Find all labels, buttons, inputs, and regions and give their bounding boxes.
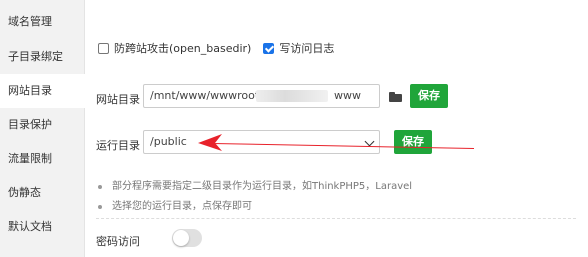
chevron-down-icon xyxy=(364,136,375,147)
site-dir-value-prefix: /mnt/www/wwwroot/k xyxy=(150,89,270,102)
sidebar-item-site-directory[interactable]: 网站目录 xyxy=(0,74,85,108)
password-access-label: 密码访问 xyxy=(96,235,140,248)
run-dir-selected-value: /public xyxy=(150,135,187,148)
run-dir-label: 运行目录 xyxy=(96,139,140,152)
sidebar-item-rewrite[interactable]: 伪静态 xyxy=(0,176,84,210)
sidebar-item-dir-protection[interactable]: 目录保护 xyxy=(0,108,84,142)
tip-item: 部分程序需要指定二级目录作为运行目录，如ThinkPHP5，Laravel xyxy=(98,180,412,200)
access-log-checkbox[interactable] xyxy=(263,42,275,54)
run-dir-select[interactable]: /public xyxy=(143,130,380,154)
sidebar-item-traffic-limit[interactable]: 流量限制 xyxy=(0,142,84,176)
open-basedir-checkbox[interactable] xyxy=(98,42,109,54)
section-divider xyxy=(96,218,576,219)
tips-list: 部分程序需要指定二级目录作为运行目录，如ThinkPHP5，Laravel 选择… xyxy=(98,180,412,220)
tip-item: 选择您的运行目录，点保存即可 xyxy=(98,200,412,220)
settings-sidebar: 域名管理 子目录绑定 网站目录 目录保护 流量限制 伪静态 默认文档 xyxy=(0,0,85,257)
sidebar-item-domain[interactable]: 域名管理 xyxy=(0,0,84,40)
open-basedir-label[interactable]: 防跨站攻击(open_basedir) xyxy=(114,40,251,56)
site-dir-input[interactable]: /mnt/www/wwwroot/k www xyxy=(143,84,380,108)
site-directory-panel: 防跨站攻击(open_basedir) 写访问日志 网站目录 /mnt/www/… xyxy=(86,0,588,257)
sidebar-item-subdir-binding[interactable]: 子目录绑定 xyxy=(0,40,84,74)
site-dir-save-button[interactable]: 保存 xyxy=(410,84,448,108)
options-row: 防跨站攻击(open_basedir) 写访问日志 xyxy=(98,40,346,56)
run-dir-save-button[interactable]: 保存 xyxy=(394,130,432,154)
site-dir-label: 网站目录 xyxy=(96,93,140,106)
folder-open-icon[interactable] xyxy=(389,92,403,102)
password-access-toggle[interactable] xyxy=(172,229,202,247)
redacted-path-blur xyxy=(256,90,328,102)
site-dir-value-suffix: www xyxy=(334,89,361,102)
sidebar-item-default-doc[interactable]: 默认文档 xyxy=(0,210,84,244)
access-log-label[interactable]: 写访问日志 xyxy=(279,40,334,56)
